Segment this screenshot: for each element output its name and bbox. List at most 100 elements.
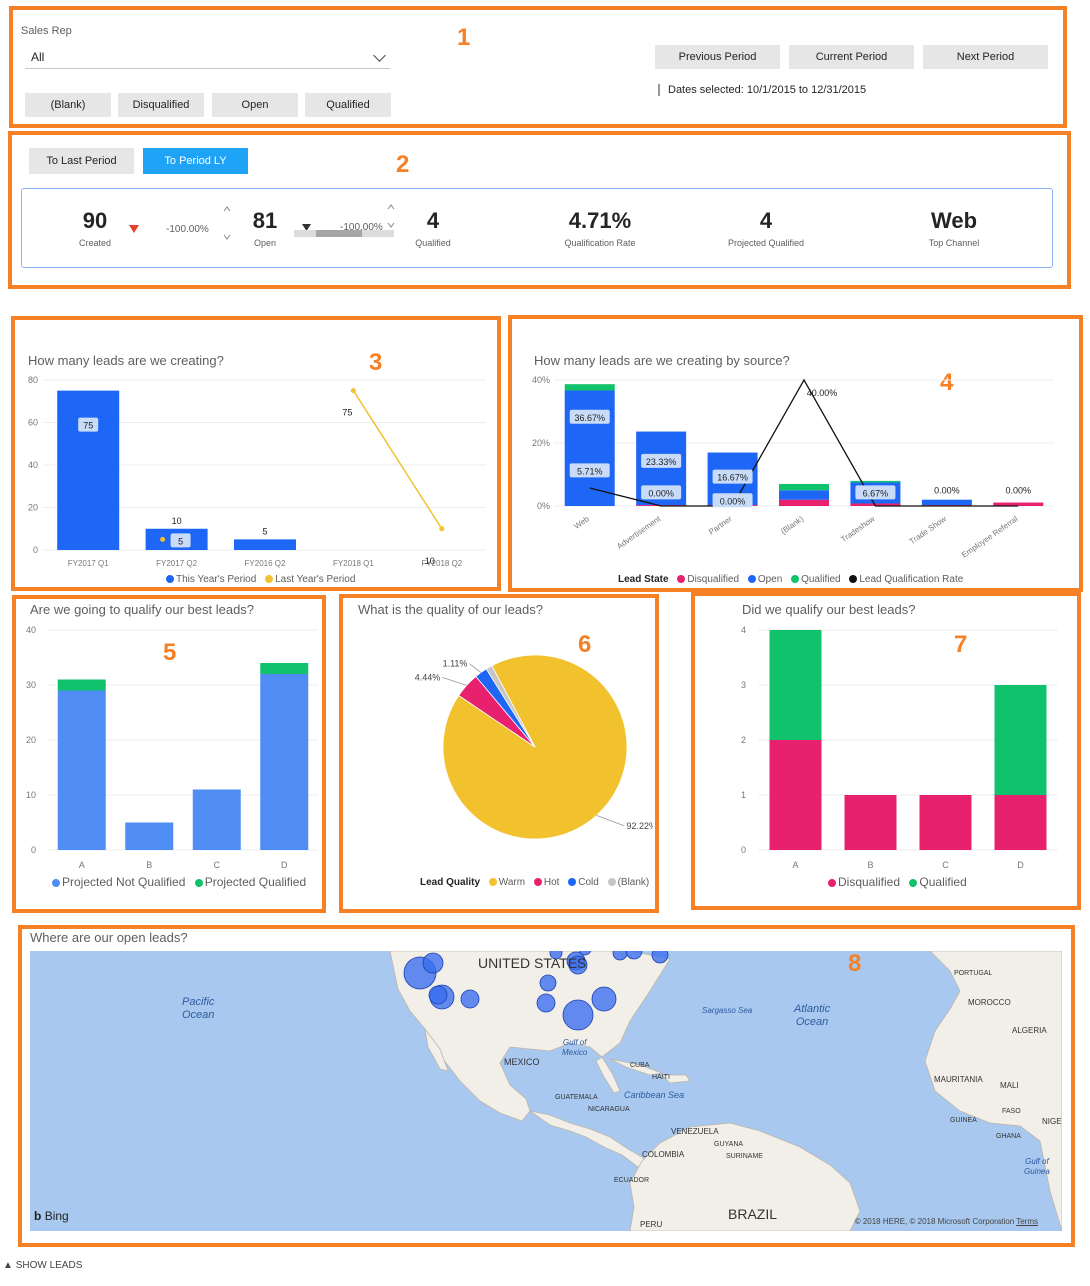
map-label-morocco: MOROCCO bbox=[968, 998, 1011, 1007]
next-period-button[interactable]: Next Period bbox=[923, 45, 1048, 69]
kpi-label: Created bbox=[78, 238, 112, 248]
pie-label: 92.22% bbox=[627, 821, 653, 831]
y-tick-label: 40 bbox=[26, 625, 36, 635]
legend-dot bbox=[194, 879, 203, 887]
kpi-value: 81 bbox=[252, 208, 278, 233]
data-label: 40.00% bbox=[807, 388, 838, 398]
lead-state-button-blank[interactable]: (Blank) bbox=[25, 93, 111, 117]
chart-title: How many leads are we creating? bbox=[28, 353, 224, 368]
lead-bubble bbox=[651, 951, 669, 964]
map-label-united-states: UNITED STATES bbox=[478, 955, 587, 971]
y-tick-label: 40 bbox=[28, 460, 38, 470]
data-label: 5.71% bbox=[577, 466, 603, 476]
show-leads-toggle[interactable]: ▲ SHOW LEADS bbox=[3, 1260, 82, 1271]
previous-period-button[interactable]: Previous Period bbox=[655, 45, 780, 69]
lead-bubble bbox=[460, 989, 480, 1009]
kpi-value: Web bbox=[930, 208, 978, 233]
x-tick-label: C bbox=[942, 860, 949, 870]
stacked-bar-segment bbox=[779, 490, 829, 500]
qualify-best-chart: 0 10 20 30 40 A B C D bbox=[26, 625, 318, 870]
y-tick-label: 10 bbox=[26, 790, 36, 800]
show-leads-label: SHOW LEADS bbox=[15, 1260, 83, 1271]
lead-quality-pie: 92.22% 4.44%1.11% bbox=[415, 654, 653, 840]
lead-bubbles[interactable] bbox=[30, 951, 1062, 1231]
section-number-2: 2 bbox=[396, 151, 410, 178]
x-tick-label: D bbox=[1017, 860, 1024, 870]
legend-dot bbox=[488, 878, 497, 886]
x-tick-label: (Blank) bbox=[779, 514, 805, 536]
stacked-bar-segment bbox=[192, 789, 241, 850]
map-label-venezuela: VENEZUELA bbox=[671, 1127, 719, 1136]
kpi-created: 90 Created bbox=[60, 208, 130, 248]
bing-map[interactable]: UNITED STATES MEXICO BRAZIL Pacific Ocea… bbox=[30, 951, 1062, 1231]
kpi-qualified: 4 Qualified bbox=[398, 208, 468, 248]
sales-rep-value: All bbox=[31, 50, 45, 64]
lead-bubble bbox=[591, 986, 617, 1012]
y-tick-label: 4 bbox=[741, 625, 746, 635]
pie-leader-line bbox=[596, 815, 625, 827]
bing-logo: b Bing bbox=[34, 1209, 69, 1223]
to-last-period-button[interactable]: To Last Period bbox=[29, 148, 134, 174]
chart-legend: Lead Quality Warm Hot Cold (Blank) bbox=[420, 877, 649, 888]
data-label: 0.00% bbox=[934, 485, 960, 495]
map-label-mali: MALI bbox=[1000, 1081, 1019, 1090]
data-label: 75 bbox=[342, 408, 352, 418]
point-last-year bbox=[160, 536, 166, 542]
chart-legend: Projected Not Qualified Projected Qualif… bbox=[46, 875, 306, 889]
lead-bubble bbox=[422, 952, 444, 974]
pie-leader-line bbox=[442, 676, 467, 686]
legend-dot bbox=[607, 878, 616, 886]
y-tick-label: 80 bbox=[28, 375, 38, 385]
y-tick-label: 0 bbox=[31, 845, 36, 855]
y-tick-label: 60 bbox=[28, 418, 38, 428]
x-tick-label: Partner bbox=[707, 514, 734, 537]
stacked-bar-segment bbox=[564, 384, 615, 391]
legend-label: Lead Qualification Rate bbox=[859, 574, 964, 585]
chart-legend: This Year's Period Last Year's Period bbox=[160, 574, 355, 585]
x-tick-label: FY2017 Q2 bbox=[156, 559, 197, 568]
chart-title: Are we going to qualify our best leads? bbox=[30, 602, 255, 617]
line-last-year bbox=[352, 390, 443, 530]
spinner-up-down-icon[interactable] bbox=[222, 205, 232, 241]
map-label-nicaragua: NICARAGUA bbox=[588, 1106, 630, 1113]
lead-state-button-open[interactable]: Open bbox=[212, 93, 298, 117]
map-label-ghana: GHANA bbox=[996, 1133, 1021, 1140]
x-tick-label: Web bbox=[572, 514, 591, 531]
legend-label: Qualified bbox=[801, 574, 841, 585]
map-label-pacific: Pacific Ocean bbox=[182, 996, 215, 1021]
leads-by-source-chart: 0% 20% 40% Web Advertisement Partner (Blank) Tr… bbox=[532, 375, 1054, 560]
y-tick-label: 20 bbox=[28, 503, 38, 513]
pie-label: 4.44% bbox=[415, 672, 441, 682]
y-tick-label: 40% bbox=[532, 375, 550, 385]
legend-dot bbox=[909, 879, 918, 887]
map-label-guatemala: GUATEMALA bbox=[555, 1094, 598, 1101]
kpi-qualification-rate: 4.71% Qualification Rate bbox=[545, 208, 655, 248]
current-period-button[interactable]: Current Period bbox=[789, 45, 914, 69]
legend-dot bbox=[52, 879, 60, 887]
legend-dot bbox=[533, 878, 542, 886]
map-label-niger: NIGE bbox=[1042, 1117, 1062, 1126]
pie-leader-line bbox=[469, 663, 482, 673]
lead-state-button-disqualified[interactable]: Disqualified bbox=[118, 93, 204, 117]
kpi-label: Qualified bbox=[415, 238, 451, 248]
y-tick-label: 3 bbox=[741, 680, 746, 690]
stacked-bar-segment bbox=[921, 499, 972, 506]
to-period-ly-button[interactable]: To Period LY bbox=[143, 148, 248, 174]
data-label: 36.67% bbox=[574, 413, 605, 423]
lead-state-button-qualified[interactable]: Qualified bbox=[305, 93, 391, 117]
sales-rep-dropdown[interactable]: All bbox=[25, 47, 390, 69]
legend-dot bbox=[791, 575, 800, 583]
lead-bubble bbox=[612, 951, 628, 961]
y-tick-label: 1 bbox=[741, 790, 746, 800]
spinner-up-down-icon[interactable] bbox=[386, 203, 396, 229]
chart-title: Did we qualify our best leads? bbox=[742, 602, 916, 617]
legend-label: Warm bbox=[498, 877, 526, 888]
bing-icon: b bbox=[34, 1209, 42, 1223]
legend-label: Qualified bbox=[919, 875, 967, 889]
terms-link[interactable]: Terms bbox=[1016, 1217, 1038, 1226]
legend-label: Disqualified bbox=[838, 875, 901, 889]
kpi-label: Qualification Rate bbox=[564, 238, 636, 248]
lead-bubble bbox=[428, 985, 448, 1005]
map-label-brazil: BRAZIL bbox=[728, 1206, 778, 1222]
map-label-portugal: PORTUGAL bbox=[954, 970, 993, 977]
